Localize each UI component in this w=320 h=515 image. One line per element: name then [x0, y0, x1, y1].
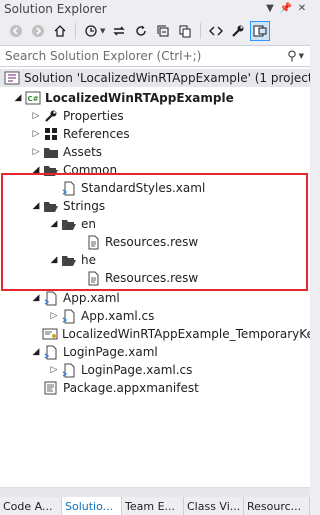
tree-label: en: [81, 217, 96, 231]
tree-label: Common: [63, 163, 118, 177]
solution-tree: Solution 'LocalizedWinRTAppExample' (1 p…: [0, 67, 310, 497]
pin-icon[interactable]: 📌: [278, 3, 294, 14]
tree-item-solution[interactable]: Solution 'LocalizedWinRTAppExample' (1 p…: [0, 69, 310, 87]
dropdown-arrow-icon[interactable]: ▼: [262, 3, 278, 14]
tree-item-en[interactable]: ◢ en: [0, 215, 310, 233]
tree-label: StandardStyles.xaml: [81, 181, 206, 195]
certificate-icon: [42, 326, 58, 342]
search-icon[interactable]: ⚲: [287, 49, 297, 64]
svg-text:C#: C#: [27, 95, 38, 103]
tree-item-strings[interactable]: ◢ Strings: [0, 197, 310, 215]
tree-item-manifest[interactable]: Package.appxmanifest: [0, 379, 310, 397]
tab-class-view[interactable]: Class Vi...: [184, 497, 244, 515]
panel-titlebar: Solution Explorer ▼ 📌 ✕: [0, 0, 310, 17]
tree-label: App.xaml: [63, 291, 120, 305]
collapsed-arrow-icon[interactable]: ▷: [30, 147, 42, 157]
tree-item-loginpage-xaml-cs[interactable]: ▷ LoginPage.xaml.cs: [0, 361, 310, 379]
close-icon[interactable]: ✕: [294, 3, 310, 14]
csharp-file-icon: [60, 362, 77, 378]
tree-item-loginpage-xaml[interactable]: ◢ LoginPage.xaml: [0, 343, 310, 361]
bottom-tab-strip: Code A... Solutio... Team E... Class Vi.…: [0, 497, 310, 515]
expanded-arrow-icon[interactable]: ◢: [48, 219, 60, 229]
search-box[interactable]: ⚲ ▼: [0, 45, 310, 67]
search-options-dropdown-icon[interactable]: ▼: [299, 52, 304, 60]
tree-label: Assets: [63, 145, 103, 159]
references-icon: [42, 126, 59, 142]
collapsed-arrow-icon[interactable]: ▷: [48, 311, 60, 321]
expanded-arrow-icon[interactable]: ◢: [30, 165, 42, 175]
panel-title: Solution Explorer: [4, 1, 107, 16]
tab-solution-explorer[interactable]: Solutio...: [62, 497, 122, 515]
open-folder-icon: [60, 252, 77, 268]
tree-label: Package.appxmanifest: [63, 381, 199, 395]
tree-label: App.xaml.cs: [81, 309, 155, 323]
tree-item-app-xaml[interactable]: ◢ App.xaml: [0, 289, 310, 307]
tree-label: References: [63, 127, 130, 141]
preview-icon[interactable]: [250, 21, 271, 41]
tree-item-project[interactable]: ◢ C# LocalizedWinRTAppExample: [0, 89, 310, 107]
history-dropdown-icon[interactable]: ▼: [100, 27, 105, 35]
tree-label: Resources.resw: [105, 235, 199, 249]
back-icon[interactable]: [6, 21, 26, 41]
solution-explorer-toolbar: ▼: [0, 18, 310, 44]
collapsed-arrow-icon[interactable]: ▷: [30, 111, 42, 121]
solution-icon: [4, 70, 20, 86]
tab-code-analysis[interactable]: Code A...: [0, 497, 62, 515]
tree-label: Solution 'LocalizedWinRTAppExample' (1 p…: [24, 71, 310, 85]
collapsed-arrow-icon[interactable]: ▷: [30, 129, 42, 139]
search-input[interactable]: [5, 49, 288, 63]
tree-label: Resources.resw: [105, 271, 199, 285]
copy-icon[interactable]: [175, 21, 195, 41]
view-code-icon[interactable]: [206, 21, 226, 41]
expanded-arrow-icon[interactable]: ◢: [30, 347, 42, 357]
tree-item-en-resources[interactable]: Resources.resw: [0, 233, 310, 251]
resource-file-icon: [84, 270, 101, 286]
csharp-file-icon: [60, 308, 77, 324]
toolbar-separator: [200, 23, 202, 39]
xaml-file-icon: [42, 344, 59, 360]
tree-label: he: [81, 253, 96, 267]
tab-team-explorer[interactable]: Team E...: [122, 497, 184, 515]
open-folder-icon: [42, 162, 59, 178]
expanded-arrow-icon[interactable]: ◢: [12, 93, 24, 103]
tree-item-assets[interactable]: ▷ Assets: [0, 143, 310, 161]
sync-icon[interactable]: [109, 21, 129, 41]
home-icon[interactable]: [50, 21, 70, 41]
tree-item-references[interactable]: ▷ References: [0, 125, 310, 143]
history-icon[interactable]: [81, 21, 101, 41]
tree-label: Properties: [63, 109, 124, 123]
tree-label: LoginPage.xaml: [63, 345, 158, 359]
csharp-project-icon: C#: [24, 90, 41, 106]
tab-resource-view[interactable]: Resourc...: [244, 497, 310, 515]
collapse-all-icon[interactable]: [153, 21, 173, 41]
manifest-icon: [42, 380, 59, 396]
tree-label: LocalizedWinRTAppExample: [45, 91, 234, 105]
properties-icon[interactable]: [228, 21, 248, 41]
expanded-arrow-icon[interactable]: ◢: [30, 293, 42, 303]
tree-item-standardstyles[interactable]: StandardStyles.xaml: [0, 179, 310, 197]
collapsed-arrow-icon[interactable]: ▷: [48, 365, 60, 375]
tree-item-app-xaml-cs[interactable]: ▷ App.xaml.cs: [0, 307, 310, 325]
resource-file-icon: [84, 234, 101, 250]
expanded-arrow-icon[interactable]: ◢: [48, 255, 60, 265]
toolbar-separator: [75, 23, 76, 39]
horizontal-scrollbar[interactable]: [0, 487, 310, 497]
tree-label: LoginPage.xaml.cs: [81, 363, 193, 377]
tree-item-properties[interactable]: ▷ Properties: [0, 107, 310, 125]
tree-label: Strings: [63, 199, 106, 213]
tree-item-he[interactable]: ◢ he: [0, 251, 310, 269]
forward-icon[interactable]: [28, 21, 48, 41]
refresh-icon[interactable]: [131, 21, 151, 41]
tree-item-temporary-key[interactable]: LocalizedWinRTAppExample_TemporaryKey.pf…: [0, 325, 310, 343]
tree-label: LocalizedWinRTAppExample_TemporaryKey.pf…: [62, 327, 310, 341]
expanded-arrow-icon[interactable]: ◢: [30, 201, 42, 211]
folder-icon: [42, 144, 59, 160]
tree-item-common[interactable]: ◢ Common: [0, 161, 310, 179]
xaml-file-icon: [60, 180, 77, 196]
open-folder-icon: [60, 216, 77, 232]
wrench-icon: [42, 108, 59, 124]
open-folder-icon: [42, 198, 59, 214]
tree-item-he-resources[interactable]: Resources.resw: [0, 269, 310, 287]
xaml-file-icon: [42, 290, 59, 306]
